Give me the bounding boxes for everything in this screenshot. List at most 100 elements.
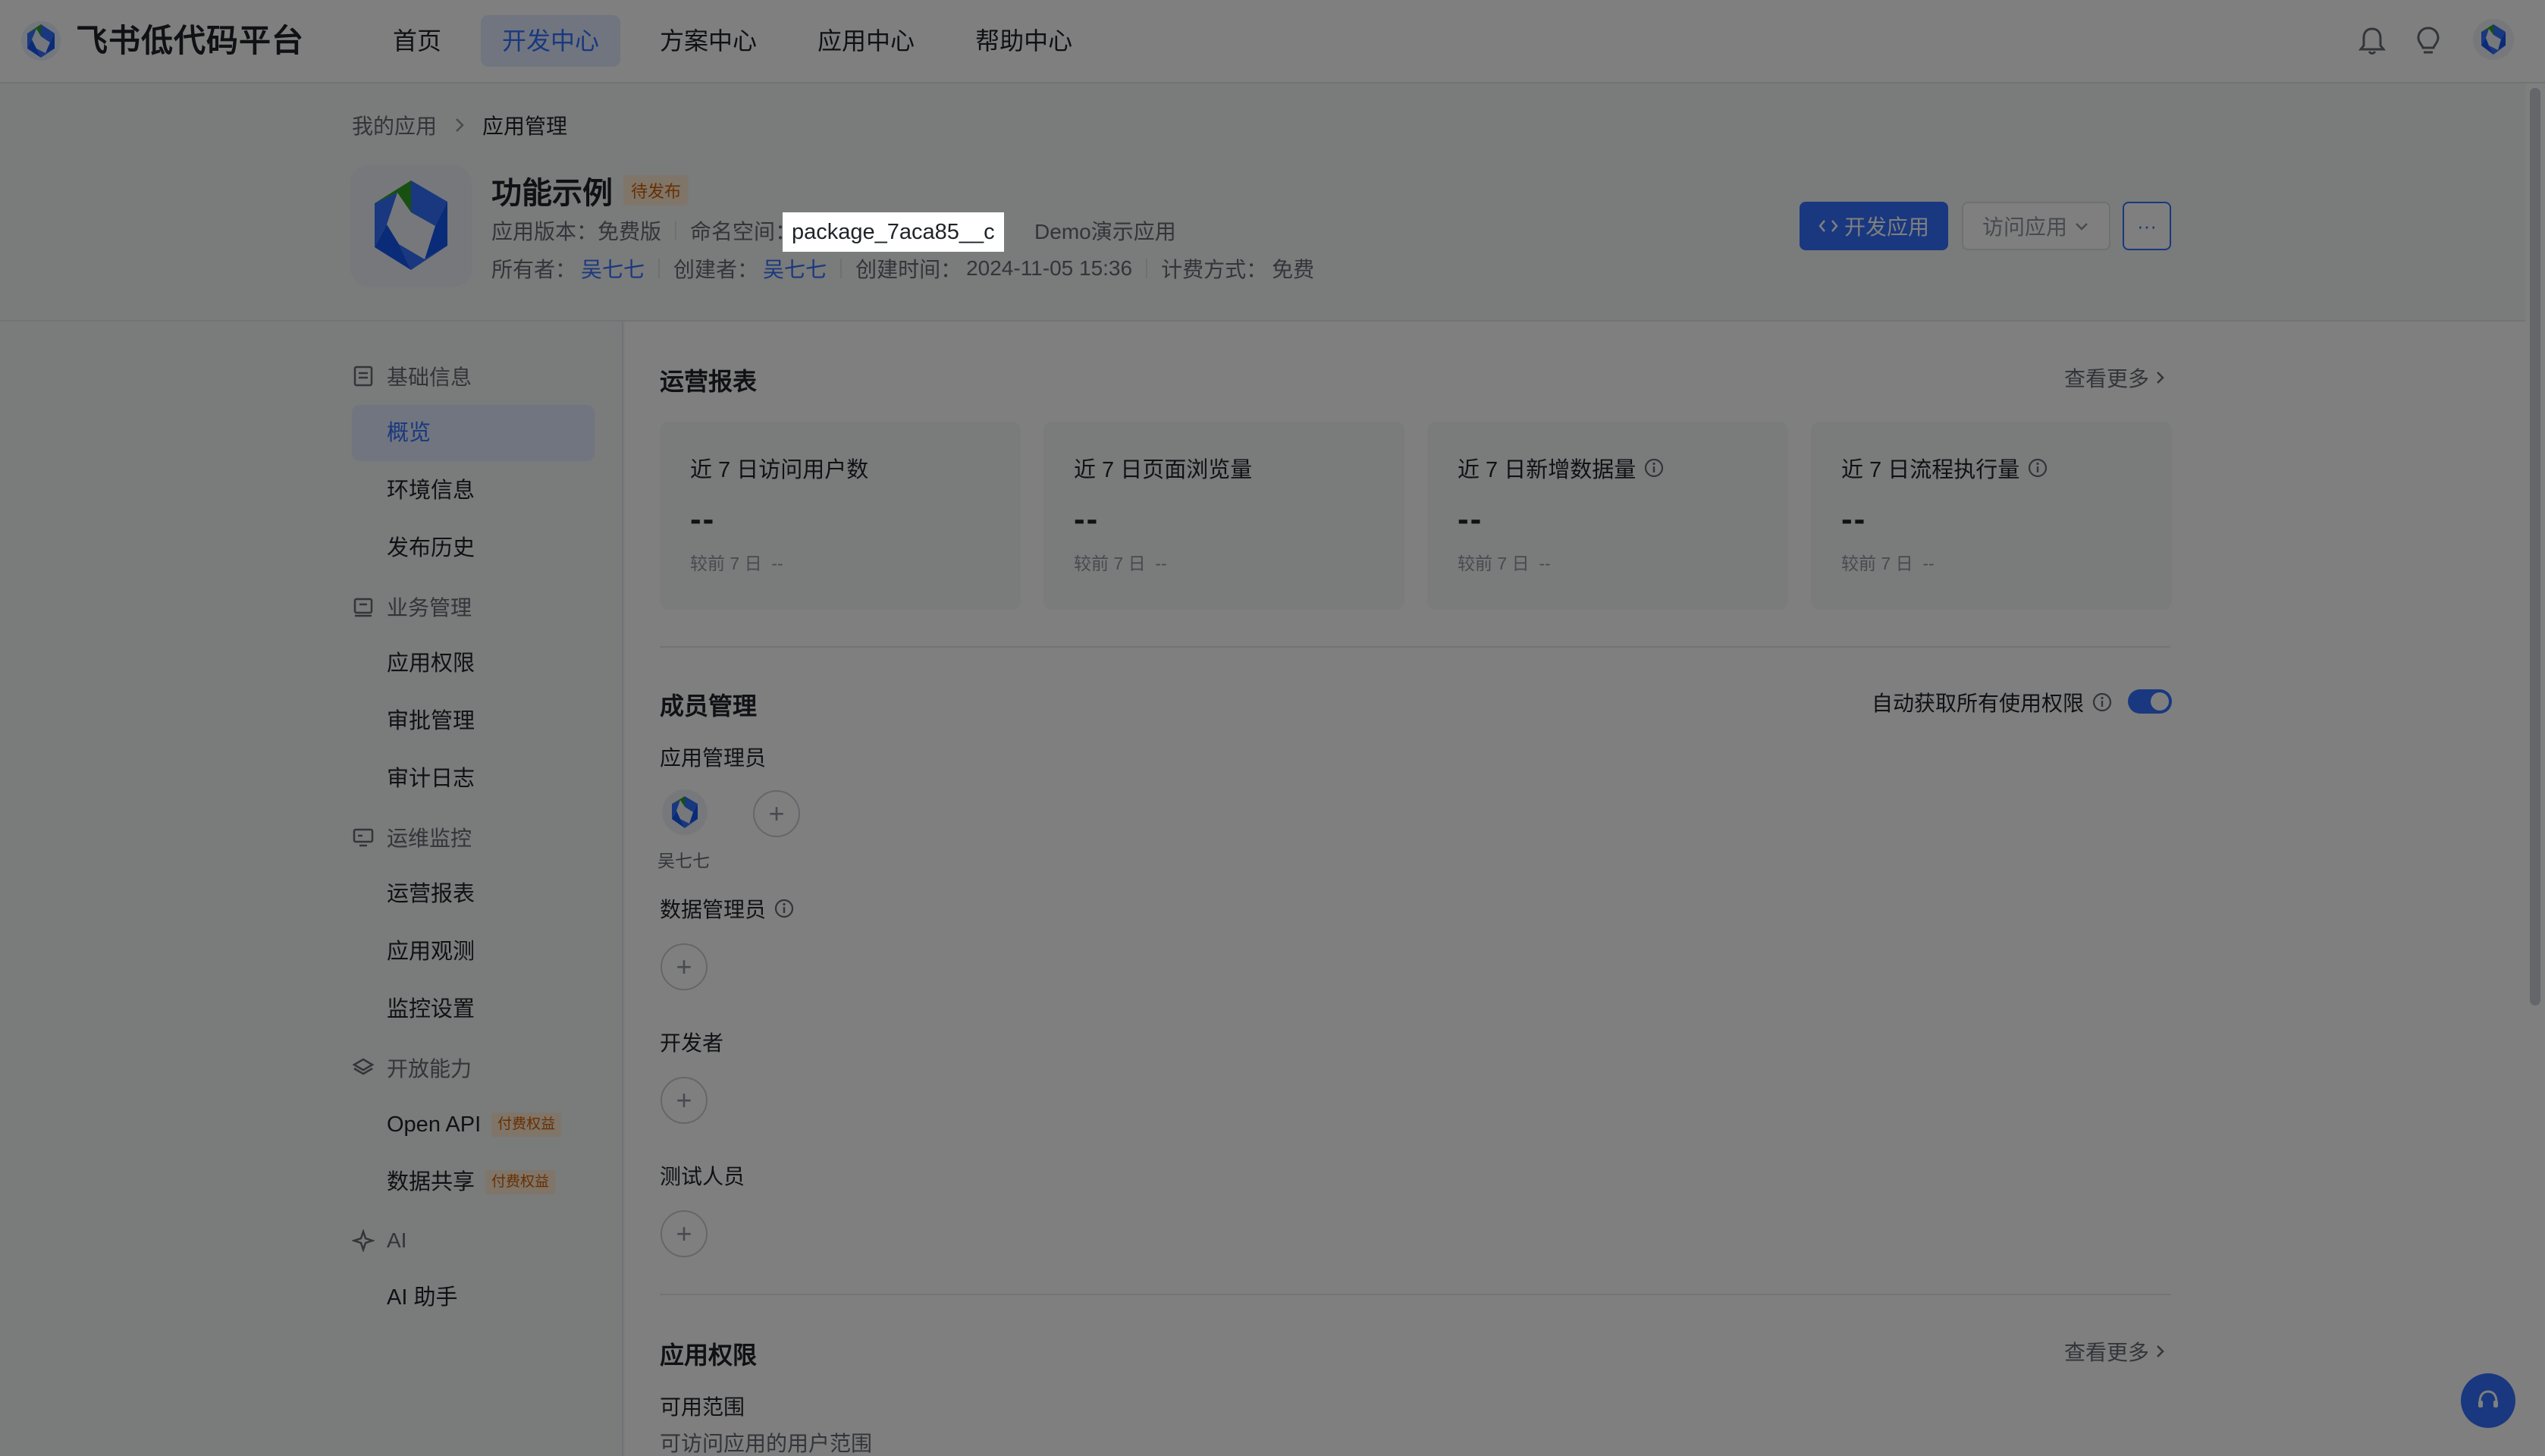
permissions-see-more-link[interactable]: 查看更多 bbox=[2064, 1336, 2167, 1367]
plus-icon: + bbox=[676, 1218, 692, 1249]
nav-home[interactable]: 首页 bbox=[372, 15, 463, 67]
card-value: -- bbox=[1074, 500, 1100, 538]
briefcase-icon bbox=[353, 598, 373, 617]
app-description: Demo演示应用 bbox=[1034, 220, 1176, 243]
card-value: -- bbox=[1841, 500, 1867, 538]
nav-help-center[interactable]: 帮助中心 bbox=[954, 15, 1094, 67]
sidebar-item-release-history[interactable]: 发布历史 bbox=[352, 520, 595, 576]
breadcrumb-my-apps[interactable]: 我的应用 bbox=[352, 110, 437, 140]
user-avatar[interactable] bbox=[2472, 18, 2515, 61]
admins-label: 应用管理员 bbox=[660, 746, 767, 770]
card-compare: 较前 7 日 -- bbox=[1841, 549, 1935, 575]
info-icon[interactable] bbox=[1643, 457, 1665, 479]
permissions-title: 应用权限 bbox=[660, 1341, 758, 1369]
more-button[interactable]: ··· bbox=[2123, 202, 2171, 250]
add-admin-button[interactable]: + bbox=[753, 790, 800, 837]
testers-label: 测试人员 bbox=[660, 1165, 745, 1188]
paid-badge: 付费权益 bbox=[491, 1112, 562, 1137]
code-icon bbox=[1819, 220, 1838, 232]
brand-title[interactable]: 飞书低代码平台 bbox=[76, 20, 304, 62]
auto-permission-row: 自动获取所有使用权限 bbox=[1872, 687, 2113, 717]
see-more-label: 查看更多 bbox=[2064, 367, 2150, 391]
card-title: 近 7 日流程执行量 bbox=[1841, 458, 2020, 482]
sidebar-group-label: 开放能力 bbox=[387, 1057, 472, 1081]
sidebar-group-business: 业务管理 bbox=[352, 590, 472, 623]
billing-label: 计费方式： bbox=[1161, 258, 1268, 281]
metric-card-visitors: 近 7 日访问用户数 -- 较前 7 日 -- bbox=[660, 422, 1021, 610]
report-title: 运营报表 bbox=[660, 368, 758, 395]
visit-app-button[interactable]: 访问应用 bbox=[1962, 202, 2110, 250]
sidebar-item-ops-report[interactable]: 运营报表 bbox=[352, 866, 595, 922]
section-divider bbox=[660, 646, 2170, 648]
plus-icon: + bbox=[676, 1084, 692, 1116]
card-value: -- bbox=[1458, 500, 1483, 538]
card-value: -- bbox=[690, 500, 716, 538]
breadcrumb-current: 应用管理 bbox=[482, 115, 568, 138]
scope-label: 可用范围 bbox=[660, 1395, 745, 1419]
metric-card-flow-runs: 近 7 日流程执行量 -- 较前 7 日 -- bbox=[1811, 422, 2172, 610]
sidebar-item-approval[interactable]: 审批管理 bbox=[352, 693, 595, 749]
sidebar-item-overview[interactable]: 概览 bbox=[352, 405, 595, 461]
admin-avatar[interactable] bbox=[661, 789, 708, 836]
chevron-right-icon bbox=[2157, 372, 2164, 384]
sparkle-icon bbox=[352, 1229, 375, 1252]
section-divider bbox=[660, 1294, 2170, 1295]
creator-link[interactable]: 吴七七 bbox=[763, 253, 827, 284]
visit-app-label: 访问应用 bbox=[1982, 215, 2067, 239]
card-title: 近 7 日访问用户数 bbox=[690, 458, 869, 482]
nav-solutions[interactable]: 方案中心 bbox=[639, 15, 778, 67]
feishu-logo-icon bbox=[21, 21, 61, 61]
auto-permission-toggle[interactable] bbox=[2128, 689, 2172, 714]
monitor-icon bbox=[353, 828, 374, 847]
bell-icon[interactable] bbox=[2355, 24, 2389, 58]
app-meta-row-2: 所有者： 吴七七 创建者： 吴七七 创建时间： 2024-11-05 15:36… bbox=[491, 252, 1314, 285]
sidebar-item-app-permissions[interactable]: 应用权限 bbox=[352, 635, 595, 692]
sidebar-group-basic: 基础信息 bbox=[352, 359, 472, 393]
sidebar-item-observability[interactable]: 应用观测 bbox=[352, 924, 595, 980]
sidebar-item-ai-assistant[interactable]: AI 助手 bbox=[352, 1269, 595, 1326]
admin-name: 吴七七 bbox=[657, 851, 710, 871]
card-title-row: 近 7 日新增数据量 bbox=[1458, 452, 1665, 484]
main-nav: 首页 开发中心 方案中心 应用中心 帮助中心 bbox=[372, 15, 1094, 67]
sidebar-item-data-sharing[interactable]: 数据共享 付费权益 bbox=[352, 1154, 595, 1210]
sidebar-item-environment[interactable]: 环境信息 bbox=[352, 463, 595, 519]
separator bbox=[1146, 259, 1148, 278]
metric-card-new-data: 近 7 日新增数据量 -- 较前 7 日 -- bbox=[1427, 422, 1788, 610]
separator bbox=[840, 259, 843, 278]
sidebar-item-audit-log[interactable]: 审计日志 bbox=[352, 751, 595, 807]
help-button[interactable] bbox=[2461, 1373, 2515, 1428]
layers-icon bbox=[352, 1058, 375, 1075]
add-developer-button[interactable]: + bbox=[661, 1077, 708, 1124]
info-icon[interactable] bbox=[774, 898, 795, 919]
lightbulb-icon[interactable] bbox=[2412, 24, 2445, 58]
compare-label: 较前 7 日 bbox=[1458, 554, 1530, 573]
info-icon[interactable] bbox=[2092, 692, 2113, 713]
chevron-right-icon bbox=[456, 118, 464, 132]
nav-app-center[interactable]: 应用中心 bbox=[796, 15, 936, 67]
scrollbar-thumb[interactable] bbox=[2530, 88, 2540, 1006]
compare-value: -- bbox=[1922, 554, 1935, 573]
app-title-row: 功能示例 待发布 bbox=[491, 168, 689, 212]
plus-icon: + bbox=[676, 951, 692, 982]
develop-app-button[interactable]: 开发应用 bbox=[1800, 202, 1948, 250]
paid-badge: 付费权益 bbox=[485, 1170, 556, 1194]
sidebar-item-monitor-settings[interactable]: 监控设置 bbox=[352, 981, 595, 1037]
sidebar-item-open-api[interactable]: Open API 付费权益 bbox=[352, 1097, 595, 1153]
nav-dev-center[interactable]: 开发中心 bbox=[481, 15, 621, 67]
version-label: 应用版本： bbox=[491, 220, 598, 243]
scope-description: 可访问应用的用户范围 bbox=[660, 1432, 873, 1455]
data-admins-row: 数据管理员 bbox=[660, 893, 795, 924]
card-compare: 较前 7 日 -- bbox=[690, 549, 783, 575]
add-data-admin-button[interactable]: + bbox=[661, 943, 708, 990]
card-title: 近 7 日页面浏览量 bbox=[1074, 458, 1253, 482]
add-tester-button[interactable]: + bbox=[661, 1210, 708, 1257]
namespace-value-highlight[interactable]: package_7aca85__c bbox=[783, 212, 1004, 252]
owner-link[interactable]: 吴七七 bbox=[581, 253, 645, 284]
info-icon[interactable] bbox=[2027, 457, 2048, 479]
created-label: 创建时间： bbox=[855, 258, 962, 281]
report-see-more-link[interactable]: 查看更多 bbox=[2064, 362, 2167, 393]
top-navigation-bar: 飞书低代码平台 首页 开发中心 方案中心 应用中心 帮助中心 bbox=[0, 0, 2545, 83]
separator bbox=[675, 221, 677, 240]
sidebar-group-label: AI bbox=[387, 1228, 407, 1252]
breadcrumb: 我的应用 应用管理 bbox=[352, 110, 567, 140]
